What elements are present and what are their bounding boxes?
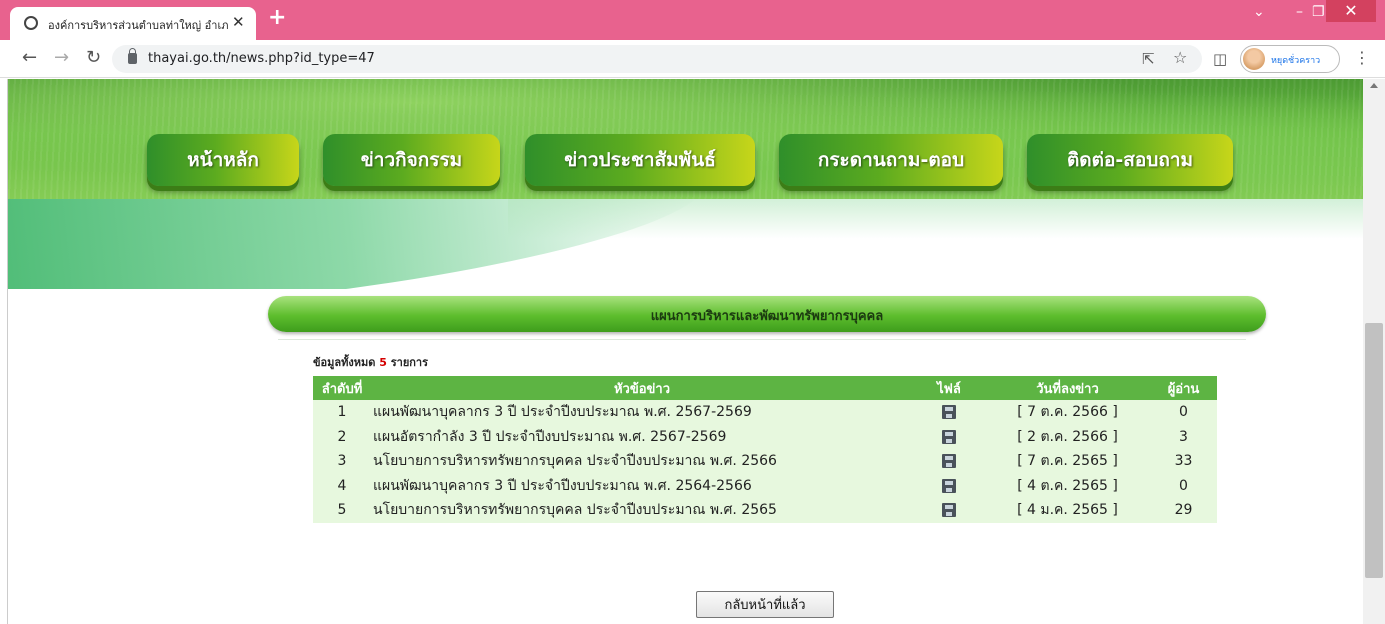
- address-bar[interactable]: thayai.go.th/news.php?id_type=47 ⇱ ☆: [112, 45, 1202, 73]
- profile-button[interactable]: หยุดชั่วคราว: [1240, 45, 1340, 73]
- news-table: ลำดับที่ หัวข้อข่าว ไฟล์ วันที่ลงข่าว ผู…: [313, 376, 1217, 523]
- summary-prefix: ข้อมูลทั้งหมด: [313, 356, 376, 369]
- save-icon[interactable]: [942, 454, 956, 469]
- header-date: วันที่ลงข่าว: [985, 376, 1150, 400]
- maximize-icon[interactable]: ❐: [1312, 4, 1325, 20]
- row-date: [ 4 ต.ค. 2565 ]: [985, 473, 1150, 498]
- save-icon[interactable]: [942, 405, 956, 420]
- save-icon[interactable]: [942, 478, 956, 493]
- row-file[interactable]: [913, 498, 985, 523]
- page-viewport: หน้าหลัก ข่าวกิจกรรม ข่าวประชาสัมพันธ์ ก…: [0, 79, 1363, 624]
- row-no: 4: [313, 473, 371, 498]
- panel-header: แผนการบริหารและพัฒนาทรัพยากรบุคคล: [268, 296, 1266, 332]
- row-date: [ 7 ต.ค. 2565 ]: [985, 449, 1150, 474]
- row-file[interactable]: [913, 449, 985, 474]
- row-file[interactable]: [913, 424, 985, 449]
- summary-suffix: รายการ: [390, 356, 429, 369]
- table-row: 2 แผนอัตรากำลัง 3 ปี ประจำปีงบประมาณ พ.ศ…: [313, 424, 1217, 449]
- share-icon[interactable]: ⇱: [1142, 49, 1155, 69]
- row-title-link[interactable]: แผนอัตรากำลัง 3 ปี ประจำปีงบประมาณ พ.ศ. …: [371, 424, 913, 449]
- row-date: [ 2 ต.ค. 2566 ]: [985, 424, 1150, 449]
- row-no: 5: [313, 498, 371, 523]
- new-tab-icon[interactable]: +: [268, 7, 286, 29]
- header-no: ลำดับที่: [313, 376, 371, 400]
- header-title: หัวข้อข่าว: [371, 376, 913, 400]
- scrollbar-thumb[interactable]: [1365, 323, 1383, 578]
- browser-tab[interactable]: องค์การบริหารส่วนตำบลท่าใหญ่ อำเภอ ✕: [10, 7, 256, 40]
- header-readers: ผู้อ่าน: [1150, 376, 1217, 400]
- browser-titlebar: องค์การบริหารส่วนตำบลท่าใหญ่ อำเภอ ✕ + ⌄…: [0, 0, 1385, 40]
- reload-icon[interactable]: ↻: [86, 48, 101, 68]
- forward-arrow-icon[interactable]: →: [54, 48, 69, 68]
- tab-search-chevron-icon[interactable]: ⌄: [1253, 4, 1265, 20]
- table-header-row: ลำดับที่ หัวข้อข่าว ไฟล์ วันที่ลงข่าว ผู…: [313, 376, 1217, 400]
- page-left-edge: [0, 79, 8, 624]
- url-text[interactable]: thayai.go.th/news.php?id_type=47: [148, 51, 375, 66]
- row-file[interactable]: [913, 473, 985, 498]
- row-title-link[interactable]: แผนพัฒนาบุคลากร 3 ปี ประจำปีงบประมาณ พ.ศ…: [371, 400, 913, 425]
- minimize-icon[interactable]: –: [1296, 4, 1303, 20]
- tab-close-icon[interactable]: ✕: [232, 13, 245, 31]
- row-title-link[interactable]: นโยบายการบริหารทรัพยากรบุคคล ประจำปีงบปร…: [371, 449, 913, 474]
- nav-activity-news[interactable]: ข่าวกิจกรรม: [323, 134, 500, 186]
- bookmark-star-icon[interactable]: ☆: [1173, 48, 1187, 68]
- page-scrollbar[interactable]: [1363, 79, 1385, 624]
- back-arrow-icon[interactable]: ←: [22, 48, 37, 68]
- row-readers: 0: [1150, 473, 1217, 498]
- back-button[interactable]: กลับหน้าที่แล้ว: [696, 591, 834, 618]
- nav-contact[interactable]: ติดต่อ-สอบถาม: [1027, 134, 1233, 186]
- header-file: ไฟล์: [913, 376, 985, 400]
- row-no: 1: [313, 400, 371, 425]
- table-row: 3 นโยบายการบริหารทรัพยากรบุคคล ประจำปีงบ…: [313, 449, 1217, 474]
- table-row: 1 แผนพัฒนาบุคลากร 3 ปี ประจำปีงบประมาณ พ…: [313, 400, 1217, 425]
- save-icon[interactable]: [942, 503, 956, 518]
- table-row: 5 นโยบายการบริหารทรัพยากรบุคคล ประจำปีงบ…: [313, 498, 1217, 523]
- row-readers: 3: [1150, 424, 1217, 449]
- nav-home[interactable]: หน้าหลัก: [147, 134, 299, 186]
- summary-count: 5: [379, 356, 387, 369]
- panel-divider: [278, 339, 1246, 340]
- nav-qa-board[interactable]: กระดานถาม-ตอบ: [779, 134, 1003, 186]
- browser-toolbar: ← → ↻ thayai.go.th/news.php?id_type=47 ⇱…: [0, 40, 1385, 78]
- row-readers: 0: [1150, 400, 1217, 425]
- tab-title: องค์การบริหารส่วนตำบลท่าใหญ่ อำเภอ: [48, 19, 228, 32]
- panel-title: แผนการบริหารและพัฒนาทรัพยากรบุคคล: [650, 309, 884, 324]
- lock-icon[interactable]: [128, 48, 137, 64]
- globe-icon: [24, 16, 38, 30]
- row-no: 3: [313, 449, 371, 474]
- row-title-link[interactable]: นโยบายการบริหารทรัพยากรบุคคล ประจำปีงบปร…: [371, 498, 913, 523]
- table-row: 4 แผนพัฒนาบุคลากร 3 ปี ประจำปีงบประมาณ พ…: [313, 473, 1217, 498]
- row-file[interactable]: [913, 400, 985, 425]
- row-title-link[interactable]: แผนพัฒนาบุคลากร 3 ปี ประจำปีงบประมาณ พ.ศ…: [371, 473, 913, 498]
- row-readers: 33: [1150, 449, 1217, 474]
- row-date: [ 7 ต.ค. 2566 ]: [985, 400, 1150, 425]
- avatar: [1243, 48, 1265, 70]
- decorative-swoosh: [8, 199, 1363, 289]
- row-date: [ 4 ม.ค. 2565 ]: [985, 498, 1150, 523]
- save-icon[interactable]: [942, 429, 956, 444]
- profile-name: หยุดชั่วคราว: [1271, 56, 1321, 66]
- menu-kebab-icon[interactable]: ⋮: [1354, 48, 1370, 68]
- nav-public-relations[interactable]: ข่าวประชาสัมพันธ์: [525, 134, 755, 186]
- scroll-up-arrow-icon[interactable]: [1370, 83, 1378, 88]
- row-readers: 29: [1150, 498, 1217, 523]
- window-close-icon[interactable]: ✕: [1326, 0, 1376, 22]
- record-summary: ข้อมูลทั้งหมด 5 รายการ: [313, 353, 428, 371]
- row-no: 2: [313, 424, 371, 449]
- side-panel-icon[interactable]: ◫: [1213, 49, 1227, 69]
